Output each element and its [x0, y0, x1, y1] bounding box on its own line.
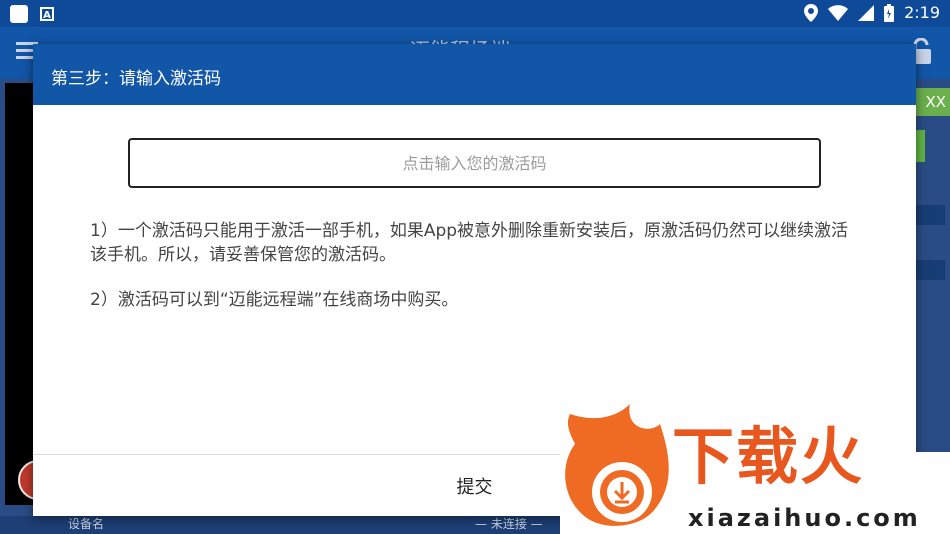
battery-icon — [884, 3, 895, 22]
bg-bar — [915, 205, 945, 225]
green-button[interactable] — [915, 130, 925, 162]
green-status-label: XX — [915, 88, 950, 116]
signal-icon — [858, 4, 875, 21]
watermark: 下载火 xiazaihuo.com — [560, 404, 950, 534]
watermark-brand: 下载火 — [672, 420, 865, 493]
status-bar: A 2:19 — [0, 0, 950, 27]
wifi-icon — [828, 4, 849, 21]
flame-logo-icon — [565, 404, 669, 526]
note-two: 2）激活码可以到“迈能远程端”在线商场中购买。 — [90, 290, 459, 310]
dialog-header: 第三步：请输入激活码 — [33, 44, 916, 105]
connection-status: — 未连接 — — [475, 517, 543, 531]
device-name-label: 设备名 — [68, 517, 105, 531]
activation-code-input[interactable] — [128, 138, 821, 188]
watermark-url: xiazaihuo.com — [688, 504, 921, 532]
notification-app-icon — [10, 5, 28, 23]
video-area — [5, 83, 35, 505]
location-icon — [804, 3, 819, 22]
dialog-title: 第三步：请输入激活码 — [51, 69, 221, 89]
notification-a-icon: A — [40, 7, 54, 21]
bg-bar — [915, 260, 945, 280]
note-one: 1）一个激活码只能用于激活一部手机，如果App被意外删除重新安装后，原激活码仍然… — [90, 221, 849, 265]
status-time: 2:19 — [904, 3, 940, 22]
